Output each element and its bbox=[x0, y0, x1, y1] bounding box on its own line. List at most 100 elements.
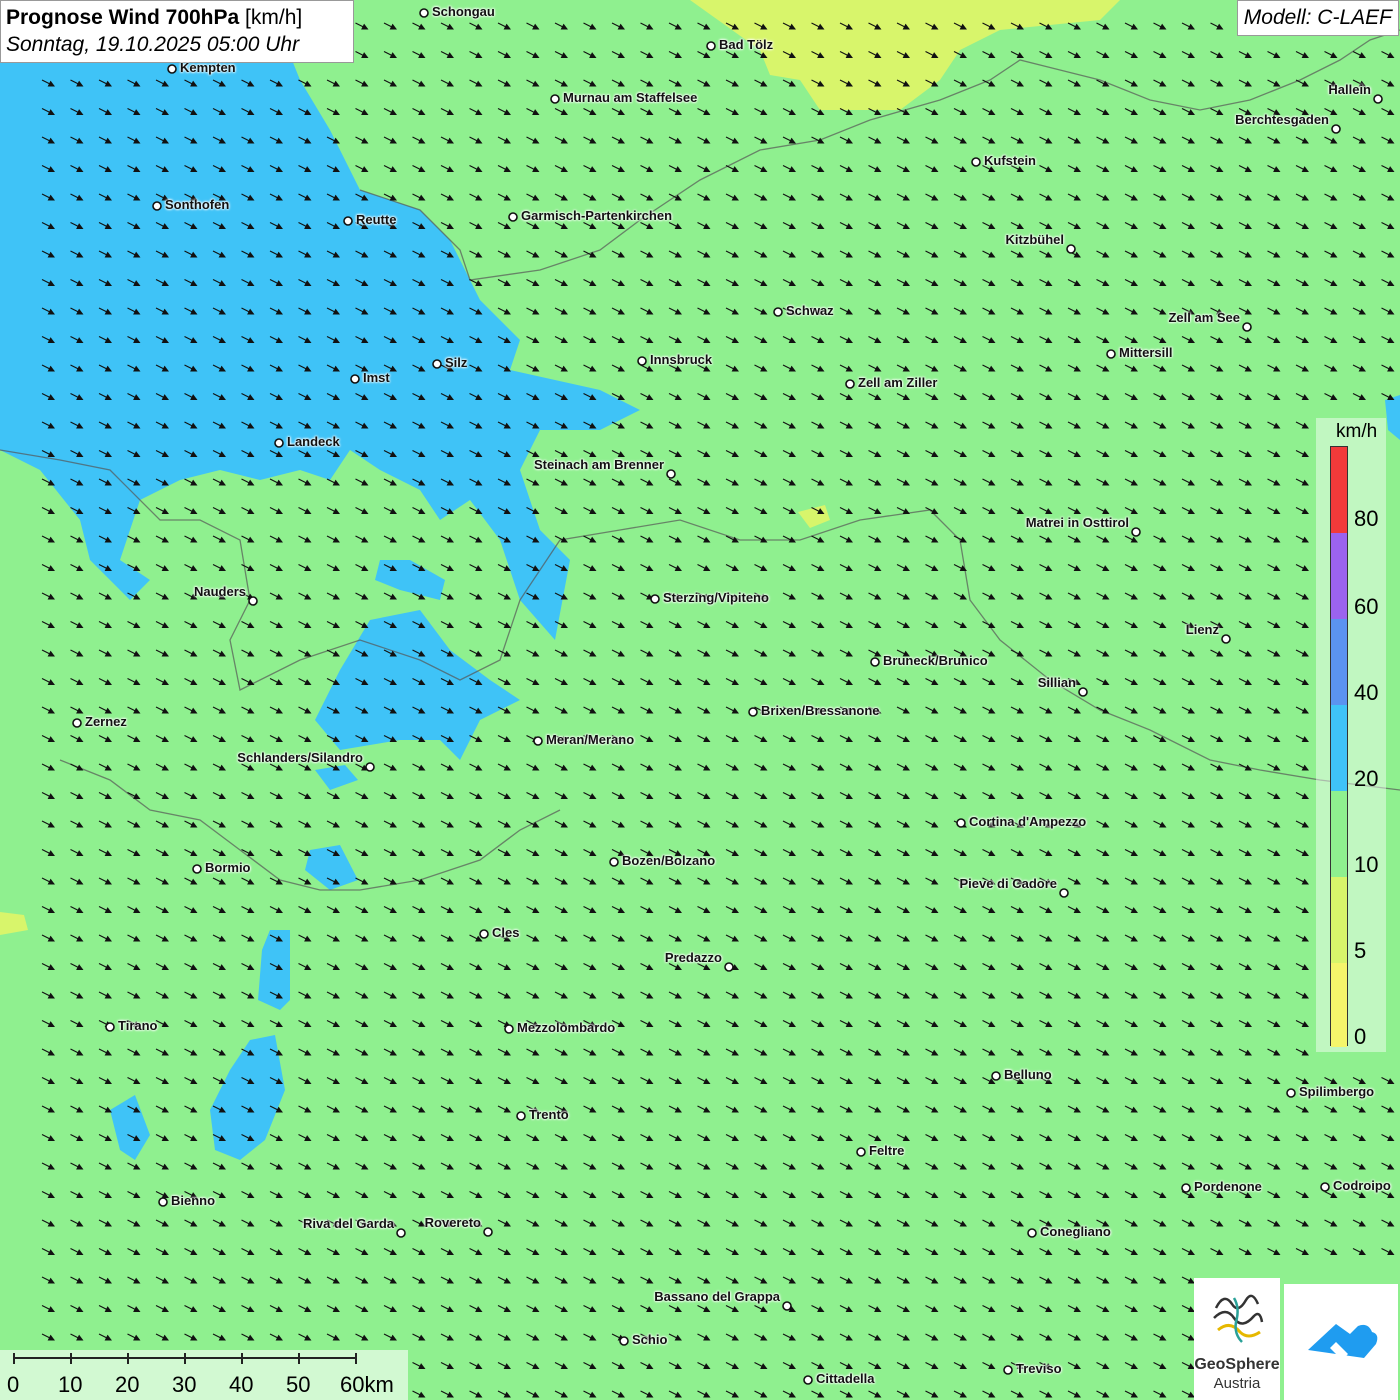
city-label: Riva del Garda bbox=[302, 1216, 394, 1231]
city-label: Nauders bbox=[193, 584, 246, 599]
city-label: Bienno bbox=[171, 1193, 216, 1208]
city-label: Bormio bbox=[205, 860, 251, 875]
city-dot bbox=[1078, 687, 1088, 697]
city-label: Schwaz bbox=[786, 303, 834, 318]
title-unit: [km/h] bbox=[245, 6, 303, 29]
city-dot bbox=[1373, 94, 1383, 104]
city-dot bbox=[550, 94, 560, 104]
city-dot bbox=[803, 1375, 813, 1385]
city-dot bbox=[1320, 1182, 1330, 1192]
city-dot bbox=[1106, 349, 1116, 359]
legend-unit: km/h bbox=[1336, 421, 1378, 442]
city-dot bbox=[1027, 1228, 1037, 1238]
city-dot bbox=[782, 1301, 792, 1311]
scale-label-10: 10 bbox=[58, 1372, 83, 1397]
city-dot bbox=[609, 857, 619, 867]
title-main-text: Prognose Wind 700hPa bbox=[6, 6, 240, 29]
city-label: Pieve di Cadore bbox=[959, 876, 1057, 891]
city-label: Pordenone bbox=[1194, 1179, 1262, 1194]
geosphere-logo-text1: GeoSphere bbox=[1194, 1356, 1280, 1373]
legend-label-40: 40 bbox=[1354, 680, 1379, 705]
city-dot bbox=[167, 64, 177, 74]
warn-app-logo[interactable] bbox=[1284, 1284, 1398, 1400]
city-label: Kempten bbox=[180, 60, 236, 75]
legend-color-bar bbox=[1330, 446, 1348, 1047]
city-dot bbox=[1066, 244, 1076, 254]
city-label: Sillian bbox=[1037, 675, 1076, 690]
city-label: Garmisch-Partenkirchen bbox=[521, 208, 673, 223]
city-dot bbox=[72, 718, 82, 728]
city-dot bbox=[533, 736, 543, 746]
city-dot bbox=[365, 762, 375, 772]
city-dot bbox=[1059, 888, 1069, 898]
city-dot bbox=[248, 596, 258, 606]
city-dot bbox=[396, 1228, 406, 1238]
legend-seg-10-20 bbox=[1331, 791, 1347, 877]
legend-seg-80plus bbox=[1331, 447, 1347, 533]
city-dot bbox=[504, 1024, 514, 1034]
scale-label-40: 40 bbox=[229, 1372, 254, 1397]
city-label: Codroipo bbox=[1333, 1178, 1391, 1193]
city-label: Schio bbox=[632, 1332, 668, 1347]
city-dot bbox=[1003, 1365, 1013, 1375]
city-label: Spilimbergo bbox=[1299, 1084, 1375, 1099]
city-dot bbox=[1181, 1183, 1191, 1193]
city-label: Meran/Merano bbox=[546, 732, 635, 747]
city-label: Zernez bbox=[85, 714, 127, 729]
city-label: Trento bbox=[529, 1107, 569, 1122]
city-dot bbox=[706, 41, 716, 51]
city-dot bbox=[508, 212, 518, 222]
warn-app-icon bbox=[1308, 1324, 1378, 1360]
city-dot bbox=[991, 1071, 1001, 1081]
city-dot bbox=[870, 657, 880, 667]
legend: km/h 80 60 40 20 10 5 0 bbox=[1316, 418, 1386, 1052]
city-dot bbox=[650, 594, 660, 604]
scale-bar: 0 10 20 30 40 50 60km bbox=[0, 1350, 408, 1400]
legend-seg-40-60 bbox=[1331, 619, 1347, 705]
city-dot bbox=[637, 356, 647, 366]
scale-label-30: 30 bbox=[172, 1372, 197, 1397]
city-label: Conegliano bbox=[1040, 1224, 1111, 1239]
city-label: Steinach am Brenner bbox=[533, 457, 664, 472]
city-label: Matrei in Osttirol bbox=[1025, 515, 1129, 530]
city-dot bbox=[1286, 1088, 1296, 1098]
city-label: Belluno bbox=[1004, 1067, 1052, 1082]
city-label: Reutte bbox=[356, 212, 397, 227]
city-label: Mezzolombardo bbox=[517, 1020, 616, 1035]
city-dot bbox=[432, 359, 442, 369]
city-label: Kitzbühel bbox=[1005, 232, 1065, 247]
city-dot bbox=[1331, 124, 1341, 134]
city-dot bbox=[158, 1197, 168, 1207]
legend-label-0: 0 bbox=[1354, 1024, 1367, 1049]
city-dot bbox=[479, 929, 489, 939]
city-label: Cortina d'Ampezzo bbox=[969, 814, 1087, 829]
city-dot bbox=[419, 8, 429, 18]
city-dot bbox=[971, 157, 981, 167]
model-label: Modell: C-LAEF bbox=[1236, 0, 1399, 36]
city-label: Innsbruck bbox=[650, 352, 713, 367]
city-dot bbox=[483, 1227, 493, 1237]
forecast-time: Sonntag, 19.10.2025 05:00 Uhr bbox=[6, 33, 300, 56]
legend-seg-0-5 bbox=[1331, 963, 1347, 1047]
city-dot bbox=[343, 216, 353, 226]
city-label: Bozen/Bolzano bbox=[622, 853, 716, 868]
city-dot bbox=[516, 1111, 526, 1121]
city-dot bbox=[274, 438, 284, 448]
scale-label-60km: 60km bbox=[340, 1372, 394, 1397]
city-dot bbox=[350, 374, 360, 384]
city-dot bbox=[773, 307, 783, 317]
scale-bar-line bbox=[13, 1353, 357, 1364]
legend-seg-20-40 bbox=[1331, 705, 1347, 791]
city-label: Lienz bbox=[1185, 622, 1219, 637]
city-label: Imst bbox=[363, 370, 390, 385]
geosphere-logo[interactable]: GeoSphere Austria bbox=[1194, 1278, 1280, 1400]
city-dot bbox=[724, 962, 734, 972]
city-label: Bruneck/Brunico bbox=[883, 653, 988, 668]
city-dot bbox=[845, 379, 855, 389]
city-label: Schongau bbox=[432, 4, 495, 19]
city-label: Bassano del Grappa bbox=[654, 1289, 780, 1304]
scale-label-0: 0 bbox=[7, 1372, 20, 1397]
city-label: Berchtesgaden bbox=[1235, 112, 1329, 127]
city-label: Zell am See bbox=[1168, 310, 1240, 325]
city-label: Treviso bbox=[1016, 1361, 1062, 1376]
